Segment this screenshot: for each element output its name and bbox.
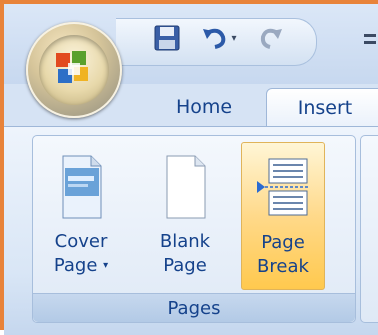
redo-icon (260, 28, 282, 49)
cover-page-label: Cover Page ▾ (54, 230, 108, 278)
pages-group: Cover Page ▾ Blank Page Page Break Pages (32, 135, 356, 323)
page-break-label-line1: Page (261, 232, 305, 253)
redo-button[interactable] (254, 20, 288, 56)
blank-page-button[interactable]: Blank Page (145, 142, 225, 290)
cover-page-label-line2: Page ▾ (54, 254, 108, 278)
cover-page-label-text: Page (53, 255, 98, 276)
page-break-button[interactable]: Page Break (241, 142, 325, 290)
blank-page-label-line1: Blank (159, 231, 211, 252)
cover-page-label-line1: Cover (54, 231, 108, 252)
cover-page-button[interactable]: Cover Page ▾ (41, 142, 121, 290)
page-break-icon (253, 155, 313, 221)
undo-dropdown-icon[interactable]: ▾ (231, 33, 236, 44)
ribbon-tabs: Home Insert (4, 84, 378, 127)
customize-toolbar-icon-line (364, 41, 376, 44)
customize-toolbar-icon[interactable] (364, 34, 376, 37)
cover-page-icon (51, 154, 111, 220)
chevron-down-icon[interactable]: ▾ (103, 260, 108, 271)
save-icon (154, 25, 180, 51)
next-ribbon-group (360, 135, 378, 323)
tab-insert[interactable]: Insert (266, 88, 378, 127)
blank-page-label: Blank Page (160, 230, 210, 278)
window-frame: ▾ Home Insert Cover Page ▾ Blank Page Pa… (0, 0, 378, 335)
tab-home[interactable]: Home (154, 88, 254, 126)
page-break-label: Page Break (257, 231, 309, 279)
undo-icon (203, 28, 226, 49)
undo-button[interactable]: ▾ (196, 20, 242, 56)
page-break-label-line2: Break (257, 256, 309, 277)
ribbon: Cover Page ▾ Blank Page Page Break Pages (4, 126, 378, 335)
save-button[interactable] (150, 20, 184, 56)
group-label-pages: Pages (33, 293, 355, 322)
blank-page-label-line2: Page (163, 255, 207, 276)
blank-page-icon (155, 154, 215, 220)
